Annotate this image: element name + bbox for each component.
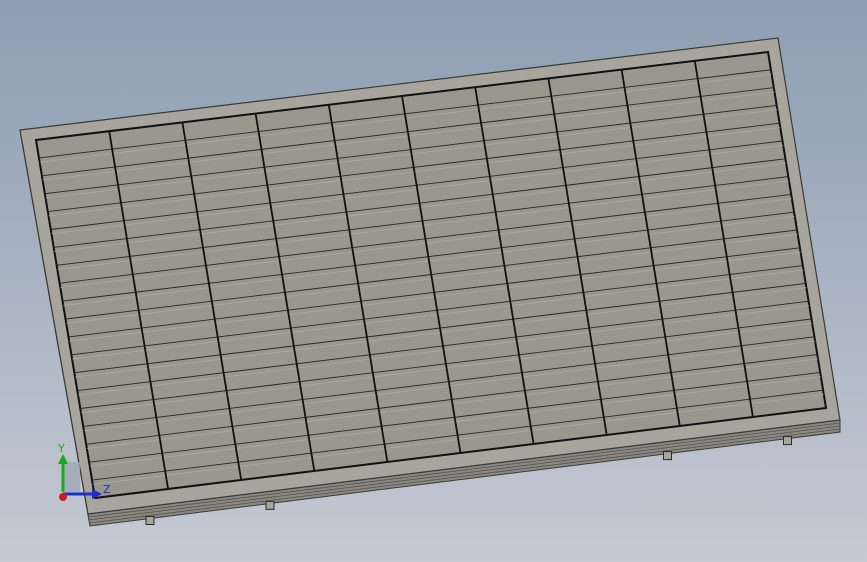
mounting-bracket [663,451,672,461]
mounting-bracket [145,516,155,525]
y-axis-label: Y [57,442,65,455]
x-axis-dot [59,493,67,501]
mounting-bracket [265,500,275,510]
solar-panel-model[interactable] [0,0,867,562]
z-axis-label: Z [103,483,111,496]
triad-plane [62,462,80,492]
graphics-viewport[interactable]: Y Z [0,0,867,562]
z-axis-arrow [92,489,102,499]
y-axis-arrow [58,454,68,464]
mounting-bracket [783,436,792,446]
coordinate-triad: Y Z [57,442,111,501]
